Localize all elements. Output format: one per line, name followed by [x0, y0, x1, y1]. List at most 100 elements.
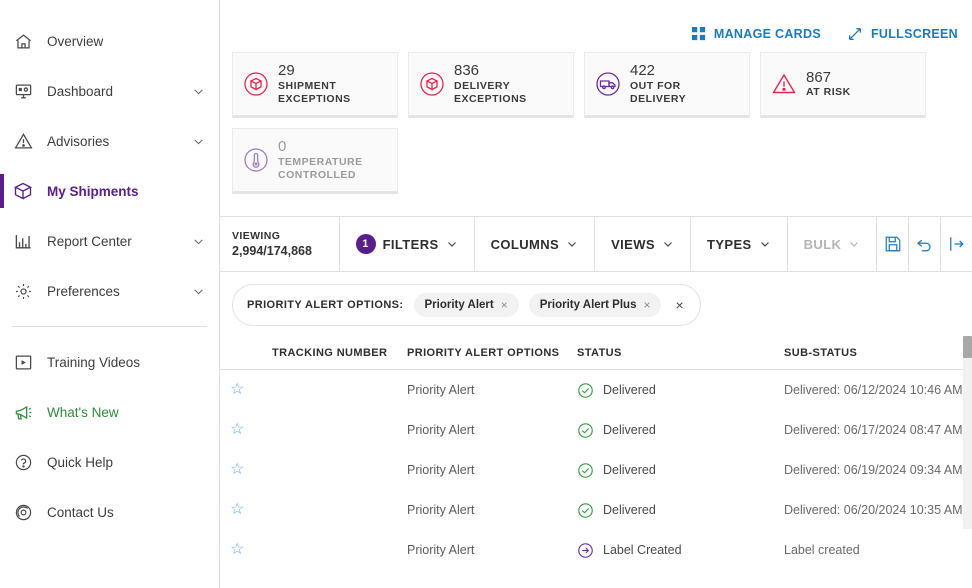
filters-button[interactable]: 1 FILTERS — [340, 217, 475, 271]
stat-value: 422 — [630, 62, 656, 80]
scrollbar-thumb[interactable] — [963, 336, 972, 358]
chevron-down-icon — [759, 238, 771, 250]
stat-card-out-for-delivery[interactable]: 422 OUT FOR DELIVERY — [584, 52, 750, 118]
cell-priority-alert-options: Priority Alert — [407, 503, 475, 517]
table-row[interactable]: ☆ Priority Alert Delivered Delivered: 06… — [220, 410, 972, 450]
sidebar-item-dashboard[interactable]: Dashboard — [0, 66, 219, 116]
views-button[interactable]: VIEWS — [595, 217, 691, 271]
chevron-down-icon[interactable] — [191, 284, 205, 298]
table-vertical-scrollbar[interactable] — [963, 336, 972, 529]
sidebar-item-my-shipments[interactable]: My Shipments — [0, 166, 219, 216]
favorite-star-icon[interactable]: ☆ — [230, 382, 272, 398]
stat-card-at-risk[interactable]: 867 AT RISK — [760, 52, 926, 118]
chevron-down-icon[interactable] — [191, 84, 205, 98]
cell-status: Delivered — [577, 462, 784, 479]
cell-sub-status: Delivered: 06/20/2024 10:35 AM S — [784, 503, 972, 517]
package-exception-icon — [243, 71, 269, 97]
table-row[interactable]: ☆ Priority Alert Delivered Delivered: 06… — [220, 450, 972, 490]
sidebar-label: Advisories — [47, 133, 110, 149]
warning-icon — [12, 130, 34, 152]
bulk-button[interactable]: BULK — [788, 217, 878, 271]
stat-card-shipment-exceptions[interactable]: 29 SHIPMENT EXCEPTIONS — [232, 52, 398, 118]
save-button[interactable] — [877, 217, 909, 271]
question-icon — [12, 451, 34, 473]
column-header-priority-alert-options[interactable]: PRIORITY ALERT OPTIONS — [407, 347, 577, 359]
bar-chart-icon — [12, 230, 34, 252]
viewing-label: VIEWING — [232, 230, 281, 242]
cell-status: Delivered — [577, 422, 784, 439]
clear-all-filters-icon[interactable]: × — [671, 297, 687, 313]
cell-priority-alert-options: Priority Alert — [407, 383, 475, 397]
stat-label: OUT FOR DELIVERY — [630, 79, 687, 105]
sidebar-item-report-center[interactable]: Report Center — [0, 216, 219, 266]
cards-header: MANAGE CARDS FULLSCREEN — [220, 0, 972, 52]
column-header-tracking-number[interactable]: TRACKING NUMBER — [272, 347, 407, 359]
sidebar-item-preferences[interactable]: Preferences — [0, 266, 219, 316]
table-row[interactable]: ☆ Priority Alert Delivered Delivered: 06… — [220, 490, 972, 530]
sidebar-label: Report Center — [47, 233, 132, 249]
sidebar-label: Contact Us — [47, 504, 114, 520]
check-circle-icon — [577, 502, 594, 519]
chevron-down-icon[interactable] — [191, 234, 205, 248]
table-row[interactable]: ☆ Priority Alert Delivered Delivered: 06… — [220, 370, 972, 410]
types-label: TYPES — [707, 236, 752, 252]
status-label: Delivered — [603, 383, 656, 397]
column-header-status[interactable]: STATUS — [577, 347, 784, 359]
stat-card-delivery-exceptions[interactable]: 836 DELIVERY EXCEPTIONS — [408, 52, 574, 118]
sidebar-label: Overview — [47, 33, 104, 49]
close-icon[interactable]: × — [501, 298, 508, 312]
sidebar-item-whats-new[interactable]: What's New — [0, 387, 219, 437]
check-circle-icon — [577, 462, 594, 479]
column-header-sub-status[interactable]: SUB-STATUS — [784, 347, 972, 359]
stat-value: 29 — [278, 62, 295, 80]
favorite-star-icon[interactable]: ☆ — [230, 542, 272, 558]
viewing-value: 2,994/174,868 — [232, 244, 312, 258]
fullscreen-button[interactable]: FULLSCREEN — [847, 26, 958, 42]
bulk-label: BULK — [803, 236, 842, 252]
sidebar-label: Dashboard — [47, 83, 114, 99]
package-exception-icon — [419, 71, 445, 97]
filter-chip-group: PRIORITY ALERT OPTIONS: Priority Alert ×… — [232, 284, 701, 326]
sidebar-label: Preferences — [47, 283, 120, 299]
package-icon — [12, 180, 34, 202]
cell-sub-status: Label created — [784, 543, 860, 557]
close-icon[interactable]: × — [643, 298, 650, 312]
undo-button[interactable] — [909, 217, 941, 271]
chevron-down-icon[interactable] — [191, 134, 205, 148]
favorite-star-icon[interactable]: ☆ — [230, 502, 272, 518]
chevron-down-icon — [446, 238, 458, 250]
columns-button[interactable]: COLUMNS — [475, 217, 596, 271]
stat-card-temperature-controlled[interactable]: 0 TEMPERATURE CONTROLLED — [232, 128, 398, 194]
table-row[interactable]: ☆ Priority Alert Label Created Label cre… — [220, 530, 972, 570]
sidebar-label: What's New — [47, 404, 119, 420]
sidebar-label: My Shipments — [47, 183, 139, 199]
headset-icon — [12, 501, 34, 523]
status-label: Delivered — [603, 463, 656, 477]
favorite-star-icon[interactable]: ☆ — [230, 422, 272, 438]
stat-value: 836 — [454, 62, 480, 80]
chip-label: Priority Alert — [424, 299, 494, 311]
sidebar-item-contact-us[interactable]: Contact Us — [0, 487, 219, 537]
filter-chip-priority-alert[interactable]: Priority Alert × — [413, 293, 519, 317]
cell-status: Delivered — [577, 382, 784, 399]
status-label: Delivered — [603, 423, 656, 437]
stat-label: AT RISK — [806, 86, 851, 99]
sidebar-item-overview[interactable]: Overview — [0, 16, 219, 66]
table-toolbar: VIEWING 2,994/174,868 1 FILTERS COLUMNS … — [220, 216, 972, 272]
monitor-icon — [12, 80, 34, 102]
types-button[interactable]: TYPES — [691, 217, 788, 271]
filter-chip-priority-alert-plus[interactable]: Priority Alert Plus × — [528, 293, 662, 317]
table-header-row: TRACKING NUMBER PRIORITY ALERT OPTIONS S… — [220, 336, 972, 370]
sidebar-label: Quick Help — [47, 454, 114, 470]
save-disk-icon — [884, 235, 902, 253]
sidebar-item-quick-help[interactable]: Quick Help — [0, 437, 219, 487]
manage-cards-button[interactable]: MANAGE CARDS — [691, 27, 821, 41]
alert-triangle-icon — [771, 71, 797, 97]
truck-icon — [595, 71, 621, 97]
manage-cards-label: MANAGE CARDS — [713, 27, 821, 41]
export-button[interactable] — [941, 217, 972, 271]
sidebar-item-training-videos[interactable]: Training Videos — [0, 337, 219, 387]
favorite-star-icon[interactable]: ☆ — [230, 462, 272, 478]
sidebar-item-advisories[interactable]: Advisories — [0, 116, 219, 166]
views-label: VIEWS — [611, 236, 655, 252]
